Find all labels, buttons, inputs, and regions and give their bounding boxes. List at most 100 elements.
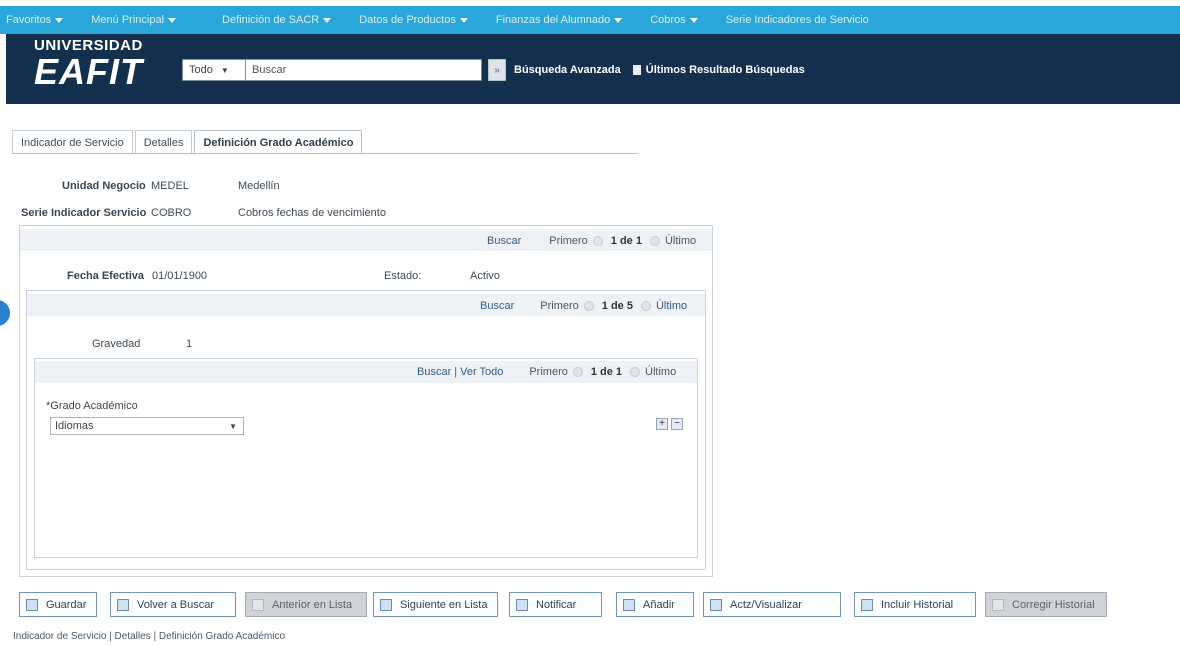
chevron-down-icon (323, 17, 332, 23)
nav-controls-3: Buscar | Ver Todo Primero 1 de 1 Último (417, 366, 676, 378)
footer-link-definicion[interactable]: Definición Grado Académico (159, 631, 285, 642)
tab-detalles[interactable]: Detalles (134, 130, 193, 154)
grado-academico-value: Idiomas (55, 420, 94, 432)
footer-page-links: Indicador de Servicio | Detalles | Defin… (13, 631, 285, 642)
next-label: Siguiente en Lista (400, 598, 488, 611)
menu-cobros[interactable]: Cobros (650, 14, 698, 26)
nav-controls-2: Buscar Primero 1 de 5 Último (480, 300, 687, 312)
notify-button[interactable]: Notificar (509, 592, 602, 617)
separator: | (454, 366, 458, 378)
first-link[interactable]: Primero (549, 235, 588, 247)
estado-label: Estado: (384, 270, 422, 282)
gravedad-label: Gravedad (92, 338, 141, 350)
grado-academico-grid (34, 358, 698, 558)
row-counter: 1 de 1 (610, 235, 642, 247)
serie-indicador-desc: Cobros fechas de vencimiento (238, 207, 386, 219)
return-icon (117, 598, 129, 611)
buscar-link[interactable]: Buscar (417, 366, 451, 378)
eafit-logo: UNIVERSIDAD EAFIT (34, 38, 143, 90)
next-arrow-icon[interactable] (649, 236, 660, 246)
chevron-down-icon: ▼ (229, 421, 237, 431)
chevron-down-icon (459, 17, 468, 23)
include-history-label: Incluir Historial (881, 598, 954, 611)
chevron-down-icon: ▼ (220, 65, 229, 75)
unidad-negocio-code: MEDEL (151, 180, 189, 192)
include-history-button[interactable]: Incluir Historial (854, 592, 976, 617)
notify-icon (516, 598, 528, 611)
first-link[interactable]: Primero (529, 366, 568, 378)
correct-history-label: Corregir Historial (1012, 598, 1095, 611)
side-pagelet-handle[interactable] (0, 300, 10, 326)
ver-todo-link[interactable]: Ver Todo (460, 366, 503, 378)
buscar-link[interactable]: Buscar (480, 300, 514, 312)
next-in-list-button[interactable]: Siguiente en Lista (373, 592, 498, 617)
save-button[interactable]: Guardar (19, 592, 97, 617)
menu-serie-indicadores[interactable]: Serie Indicadores de Servicio (726, 14, 869, 26)
last-link[interactable]: Último (645, 366, 676, 378)
footer-separator: | (106, 631, 115, 642)
correct-history-icon (992, 598, 1004, 611)
previous-in-list-button[interactable]: Anterior en Lista (245, 592, 367, 617)
next-arrow-icon[interactable] (640, 301, 651, 311)
chevron-down-icon (55, 17, 64, 23)
menu-label: Favoritos (6, 14, 52, 26)
menu-datos-productos[interactable]: Datos de Productos (359, 14, 468, 26)
last-results-link[interactable]: Últimos Resultado Búsquedas (632, 64, 805, 76)
return-to-search-button[interactable]: Volver a Buscar (110, 592, 236, 617)
last-link[interactable]: Último (656, 300, 687, 312)
update-display-label: Actz/Visualizar (730, 598, 802, 611)
buscar-link[interactable]: Buscar (487, 235, 521, 247)
menu-favoritos[interactable]: Favoritos (6, 14, 64, 26)
first-link[interactable]: Primero (540, 300, 579, 312)
next-icon (380, 598, 392, 611)
tab-divider (12, 153, 638, 154)
menu-finanzas-alumnado[interactable]: Finanzas del Alumnado (495, 14, 623, 26)
previous-icon (252, 598, 264, 611)
advanced-search-link[interactable]: Búsqueda Avanzada (514, 64, 621, 76)
grado-academico-select[interactable]: Idiomas ▼ (50, 417, 244, 435)
menu-label: Menú Principal (91, 14, 165, 26)
delete-row-button[interactable]: − (671, 418, 683, 430)
update-display-icon (710, 598, 722, 611)
search-input[interactable]: Buscar (246, 59, 482, 81)
menu-label: Cobros (650, 14, 686, 26)
unidad-negocio-desc: Medellín (238, 180, 280, 192)
previous-label: Anterior en Lista (272, 598, 353, 611)
search-scope-value: Todo (189, 64, 213, 76)
next-arrow-icon[interactable] (630, 367, 641, 377)
serie-indicador-code: COBRO (151, 207, 192, 219)
fecha-efectiva-value: 01/01/1900 (152, 270, 208, 282)
gravedad-value: 1 (186, 338, 193, 350)
update-display-button[interactable]: Actz/Visualizar (703, 592, 841, 617)
tab-indicador-servicio[interactable]: Indicador de Servicio (12, 130, 133, 154)
menu-label: Finanzas del Alumnado (495, 14, 611, 26)
footer-separator: | (150, 631, 159, 642)
minus-icon: − (674, 418, 680, 429)
previous-arrow-icon[interactable] (592, 236, 603, 246)
header-band: UNIVERSIDAD EAFIT Todo ▼ Buscar » Búsqued… (6, 34, 1180, 104)
menu-definicion-sacr[interactable]: Definición de SACR (222, 14, 332, 26)
grado-academico-label: *Grado Académico (46, 400, 138, 412)
correct-history-button[interactable]: Corregir Historial (985, 592, 1107, 617)
last-link[interactable]: Último (665, 235, 696, 247)
page-tabs: Indicador de Servicio Detalles Definició… (12, 130, 364, 154)
return-label: Volver a Buscar (137, 598, 215, 611)
tab-definicion-grado[interactable]: Definición Grado Académico (194, 130, 363, 154)
search-go-button[interactable]: » (488, 59, 506, 81)
search-scope-select[interactable]: Todo ▼ (182, 59, 246, 81)
menu-principal[interactable]: Menú Principal (91, 14, 177, 26)
chevron-down-icon (614, 17, 623, 23)
add-icon (623, 598, 635, 611)
add-row-button[interactable]: + (656, 418, 668, 430)
add-button[interactable]: Añadir (616, 592, 694, 617)
previous-arrow-icon[interactable] (583, 301, 594, 311)
previous-arrow-icon[interactable] (572, 367, 583, 377)
menu-label: Serie Indicadores de Servicio (725, 14, 869, 26)
menu-label: Datos de Productos (359, 14, 456, 26)
footer-link-detalles[interactable]: Detalles (115, 631, 151, 642)
notify-label: Notificar (536, 598, 577, 611)
chevron-down-icon (168, 17, 177, 23)
footer-link-indicador[interactable]: Indicador de Servicio (13, 631, 106, 642)
logo-line2: EAFIT (34, 51, 143, 92)
save-label: Guardar (46, 598, 87, 611)
